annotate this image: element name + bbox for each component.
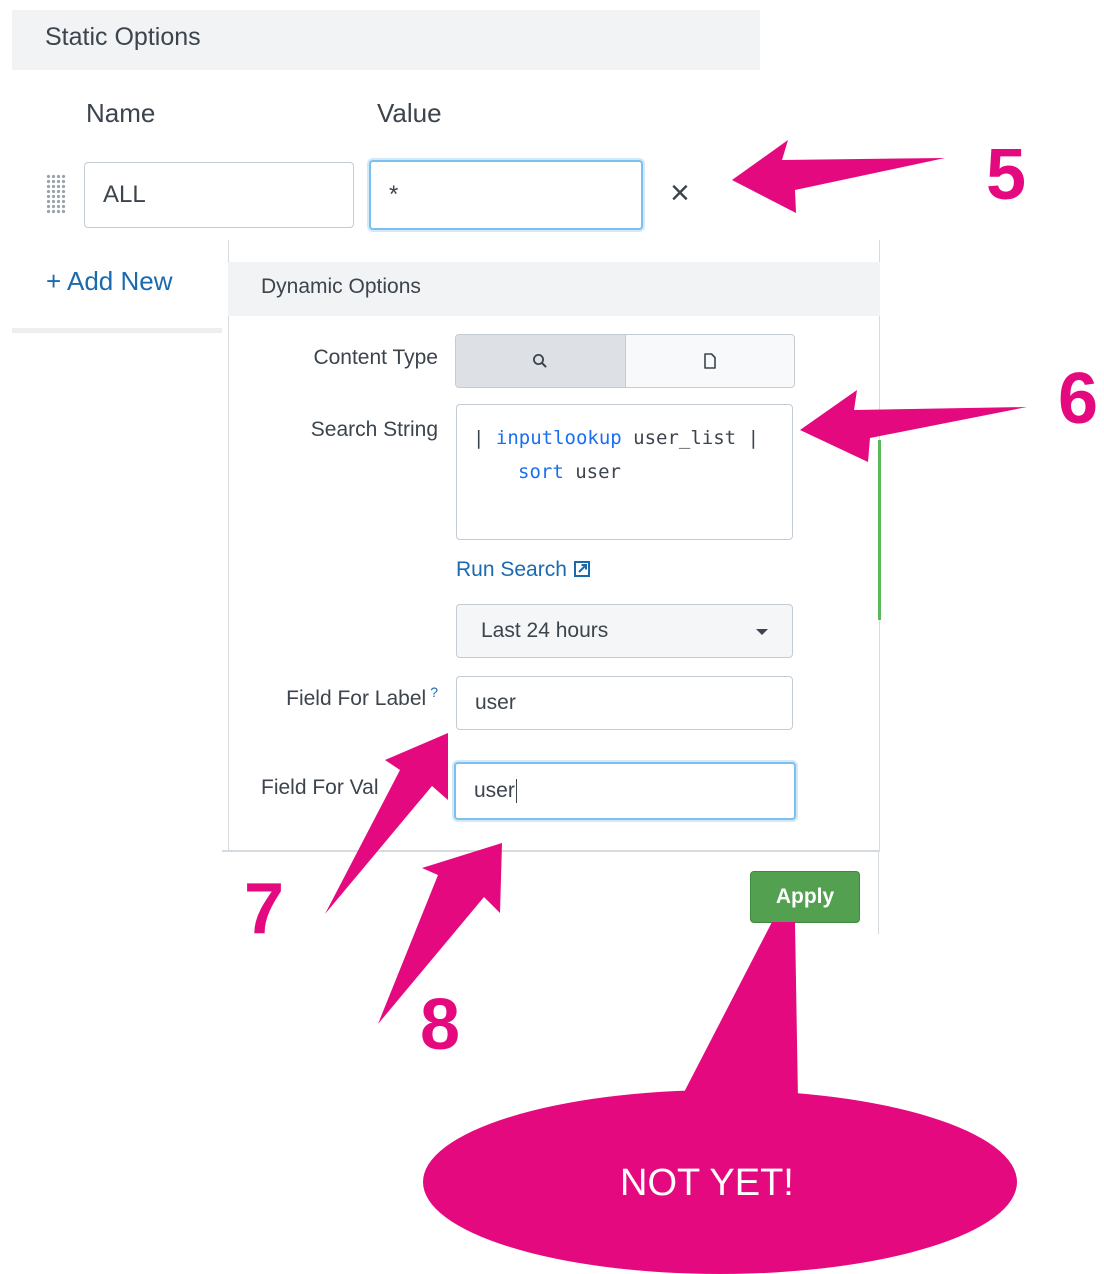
annotation-overlay <box>325 140 1027 1274</box>
callout-number-6: 6 <box>1058 359 1099 439</box>
arrow-7-icon <box>325 733 448 914</box>
callout-number-7: 7 <box>244 869 285 949</box>
arrow-5-icon <box>732 140 945 213</box>
speech-bubble-text: NOT YET! <box>620 1162 794 1204</box>
callout-number-8: 8 <box>420 985 461 1065</box>
callout-number-5: 5 <box>986 135 1027 215</box>
speech-bubble-tail <box>680 922 798 1100</box>
arrow-6-icon <box>800 390 1027 462</box>
